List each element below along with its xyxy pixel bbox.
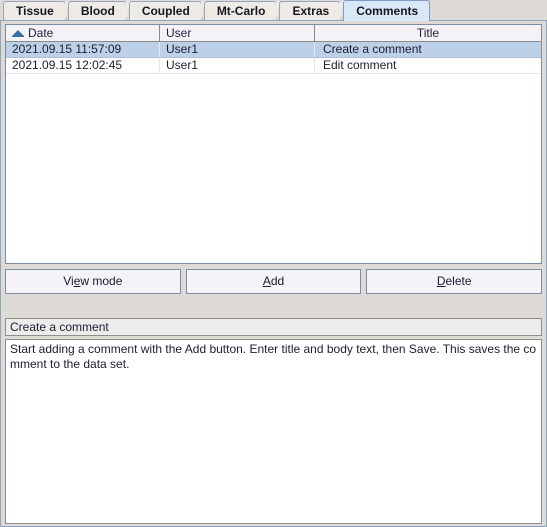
tab-blood[interactable]: Blood (67, 1, 131, 22)
column-header-user-label: User (166, 26, 192, 40)
comments-table[interactable]: Date User Title 2021.09.15 11:57:09 User… (5, 24, 542, 264)
tab-tissue[interactable]: Tissue (3, 1, 70, 22)
column-header-user[interactable]: User (160, 25, 315, 41)
cell-title: Create a comment (323, 42, 422, 56)
tab-mt-carlo[interactable]: Mt-Carlo (203, 1, 282, 22)
tab-mt-carlo-label: Mt-Carlo (216, 4, 266, 18)
tab-coupled[interactable]: Coupled (128, 1, 206, 22)
comments-tab-window: Tissue Blood Coupled Mt-Carlo Extras Com… (0, 0, 547, 527)
view-mode-button[interactable]: View mode (5, 269, 181, 294)
table-row[interactable]: 2021.09.15 11:57:09 User1 Create a comme… (6, 42, 541, 58)
tab-bar: Tissue Blood Coupled Mt-Carlo Extras Com… (0, 0, 547, 22)
add-button-post: dd (270, 274, 285, 288)
table-row[interactable]: 2021.09.15 12:02:45 User1 Edit comment (6, 58, 541, 74)
view-mode-button-post: w mode (80, 274, 123, 288)
tab-comments[interactable]: Comments (343, 0, 431, 21)
cell-user: User1 (160, 42, 315, 57)
comment-title-field[interactable]: Create a comment (5, 318, 542, 336)
delete-button[interactable]: Delete (366, 269, 543, 294)
delete-button-mnemonic: D (436, 274, 446, 288)
column-header-title-label: Title (416, 26, 440, 40)
column-header-date-label: Date (28, 26, 54, 40)
action-button-bar: View mode Add Delete (5, 269, 543, 296)
table-empty-area[interactable] (6, 74, 541, 263)
table-header-row: Date User Title (6, 25, 541, 42)
view-mode-button-pre: Vi (63, 274, 74, 288)
delete-button-post: elete (445, 274, 472, 288)
cell-date: 2021.09.15 12:02:45 (6, 58, 160, 73)
cell-title: Edit comment (323, 58, 397, 72)
tab-coupled-label: Coupled (141, 4, 190, 18)
tab-comments-label: Comments (356, 4, 419, 18)
tab-extras[interactable]: Extras (279, 1, 345, 22)
cell-date: 2021.09.15 11:57:09 (6, 42, 160, 57)
comment-body-textarea[interactable]: Start adding a comment with the Add butt… (5, 339, 542, 524)
cell-user: User1 (160, 58, 315, 73)
column-header-title[interactable]: Title (315, 25, 541, 41)
tab-tissue-label: Tissue (16, 4, 54, 18)
comments-panel: Date User Title 2021.09.15 11:57:09 User… (0, 20, 547, 527)
tab-extras-label: Extras (292, 4, 330, 18)
add-button[interactable]: Add (185, 269, 362, 294)
column-header-date[interactable]: Date (6, 25, 160, 41)
add-button-mnemonic: A (262, 274, 271, 288)
sort-ascending-icon (12, 30, 24, 37)
tab-blood-label: Blood (80, 4, 115, 18)
